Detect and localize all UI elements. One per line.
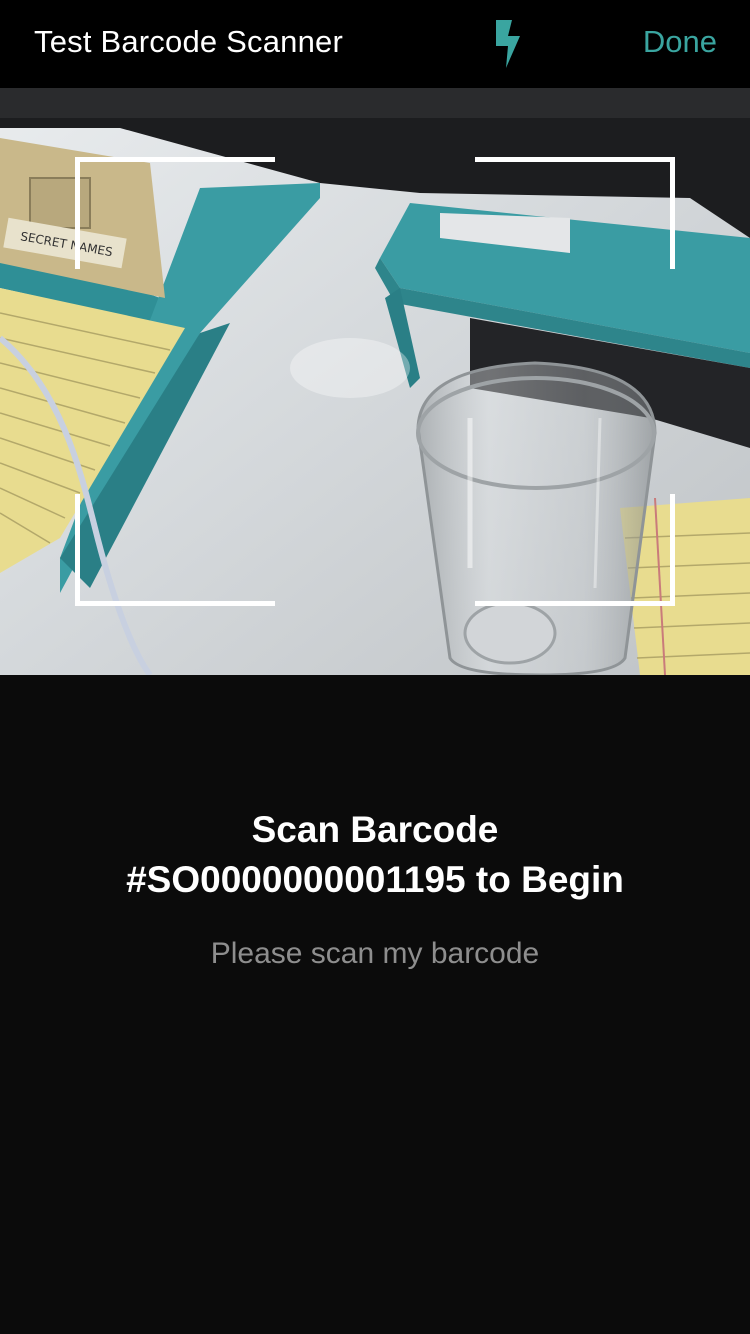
scan-target-frame	[75, 157, 675, 606]
heading-line-1: Scan Barcode	[251, 809, 499, 850]
navigation-bar: Test Barcode Scanner Done	[0, 0, 750, 88]
frame-corner-bottom-right	[475, 494, 675, 606]
page-title: Test Barcode Scanner	[34, 24, 344, 59]
heading-line-2: #SO0000000001195 to Begin	[126, 859, 624, 900]
done-button[interactable]: Done	[643, 24, 717, 60]
scan-instruction-subtitle: Please scan my barcode	[210, 937, 540, 970]
flash-bolt-icon[interactable]	[488, 18, 528, 70]
frame-corner-top-left	[75, 157, 275, 269]
instruction-panel: Scan Barcode #SO0000000001195 to Begin P…	[0, 675, 750, 1334]
scan-instruction-heading: Scan Barcode #SO0000000001195 to Begin	[20, 805, 730, 905]
frame-corner-bottom-left	[75, 494, 275, 606]
camera-preview: SECRET NAMES	[0, 88, 750, 675]
frame-corner-top-right	[475, 157, 675, 269]
